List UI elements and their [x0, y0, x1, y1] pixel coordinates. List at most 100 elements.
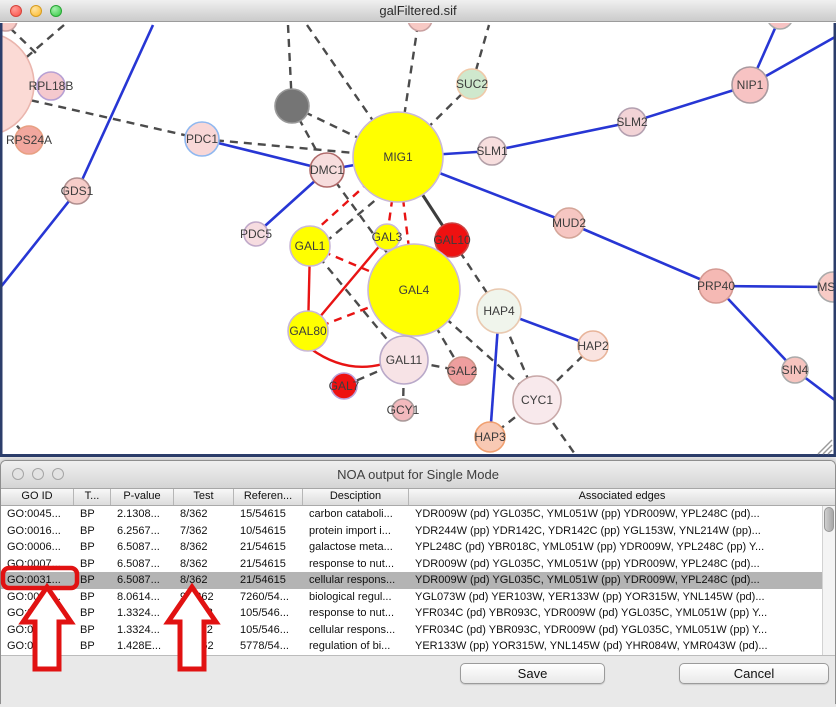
table-cell: regulation of bi... — [303, 638, 409, 655]
node-label: SLM2 — [616, 115, 648, 129]
close-button[interactable] — [10, 5, 22, 17]
table-cell: GO:0065... — [1, 589, 74, 606]
network-edge[interactable] — [569, 223, 716, 286]
network-canvas[interactable]: RPL18BRPS24AGDS1PDC1DMC1MIG1SUC2SLM1SLM2… — [0, 23, 836, 457]
table-body: GO:0045...BP2.1308...8/36215/54615carbon… — [1, 506, 835, 655]
noa-window: NOA output for Single Mode GO IDT...P-va… — [0, 460, 836, 704]
table-cell: 105/546... — [234, 622, 303, 639]
table-cell: 8/362 — [174, 572, 234, 589]
table-cell: 105/546... — [234, 605, 303, 622]
column-header-go-id[interactable]: GO ID — [1, 489, 74, 505]
node-gray-node[interactable] — [275, 89, 309, 123]
canvas-border — [0, 23, 3, 457]
network-edge[interactable] — [77, 25, 153, 191]
table-cell: GO:0031... — [1, 605, 74, 622]
network-titlebar: galFiltered.sif — [0, 0, 836, 22]
table-row[interactable]: GO:0007...BP6.5087...8/36221/54615respon… — [1, 556, 835, 573]
network-window: galFiltered.sif RPL18BRPS24AGDS1PDC1DMC1… — [0, 0, 836, 457]
column-header-associated-edges[interactable]: Associated edges — [409, 489, 835, 505]
node-label: GDS1 — [61, 184, 94, 198]
table-cell: 80/362 — [174, 638, 234, 655]
node-label: DMC1 — [310, 163, 344, 177]
table-cell: response to nut... — [303, 556, 409, 573]
table-row[interactable]: GO:0045...BP2.1308...8/36215/54615carbon… — [1, 506, 835, 523]
table-cell: YER133W (pp) YOR315W, YNL145W (pd) YHR08… — [409, 638, 835, 655]
table-cell: GO:0031... — [1, 622, 74, 639]
table-cell: 6.5087... — [111, 556, 174, 573]
network-edge[interactable] — [311, 349, 383, 367]
node-label: SIN4 — [782, 363, 809, 377]
close-button[interactable] — [12, 468, 24, 480]
node-label: GCY1 — [387, 403, 420, 417]
node-cut-topleft[interactable] — [0, 23, 17, 31]
node-label: GAL11 — [386, 353, 423, 367]
node-label: PRP40 — [697, 279, 735, 293]
table-cell: cellular respons... — [303, 622, 409, 639]
table-row[interactable]: GO:0065...BP8.0614...94/3627260/54...bio… — [1, 589, 835, 606]
table-cell: BP — [74, 523, 111, 540]
node-label: GAL2 — [447, 364, 478, 378]
window-title: galFiltered.sif — [0, 0, 836, 22]
table-cell: 94/362 — [174, 589, 234, 606]
column-header-reference[interactable]: Referen... — [234, 489, 303, 505]
table-row[interactable]: GO:0016...BP6.2567...7/36210/54615protei… — [1, 523, 835, 540]
table-cell: 1.3324... — [111, 605, 174, 622]
column-header-test[interactable]: Test — [174, 489, 234, 505]
table-cell: YDR009W (pd) YGL035C, YML051W (pp) YDR00… — [409, 506, 835, 523]
noa-titlebar: NOA output for Single Mode — [1, 461, 835, 489]
table-cell: GO:0006... — [1, 539, 74, 556]
table-cell: 8.0614... — [111, 589, 174, 606]
minimize-button[interactable] — [30, 5, 42, 17]
network-edge[interactable] — [0, 191, 77, 288]
table-row[interactable]: GO:0031...BP6.5087...8/36221/54615cellul… — [1, 572, 835, 589]
zoom-button[interactable] — [52, 468, 64, 480]
column-header-type[interactable]: T... — [74, 489, 111, 505]
node-label: GAL1 — [295, 239, 326, 253]
table-cell: BP — [74, 622, 111, 639]
table-cell: YGL073W (pd) YER103W, YER133W (pp) YOR31… — [409, 589, 835, 606]
node-label: GAL80 — [289, 324, 327, 338]
table-cell: 15/54615 — [234, 506, 303, 523]
column-header-p-value[interactable]: P-value — [111, 489, 174, 505]
table-cell: 8/362 — [174, 556, 234, 573]
table-cell: 2.1308... — [111, 506, 174, 523]
node-label: RPS24A — [6, 133, 52, 147]
node-label: GAL7 — [329, 379, 360, 393]
table-cell: BP — [74, 589, 111, 606]
node-label: GAL3 — [372, 230, 403, 244]
node-label: HAP4 — [483, 304, 515, 318]
table-row[interactable]: GO:0050...BP1.428E...80/3625778/54...reg… — [1, 638, 835, 655]
network-edge[interactable] — [492, 122, 632, 151]
table-cell: 21/54615 — [234, 572, 303, 589]
table-scrollbar[interactable] — [822, 506, 835, 655]
table-cell: biological regul... — [303, 589, 409, 606]
save-button[interactable]: Save — [460, 663, 605, 684]
table-cell: 6.5087... — [111, 539, 174, 556]
column-header-description[interactable]: Desciption — [303, 489, 409, 505]
cancel-button[interactable]: Cancel — [679, 663, 829, 684]
table-cell: 7260/54... — [234, 589, 303, 606]
table-row[interactable]: GO:0031...BP1.3324...11/362105/546...cel… — [1, 622, 835, 639]
node-cut-topright[interactable] — [767, 23, 793, 29]
table-row[interactable]: GO:0031...BP1.3324...11/362105/546...res… — [1, 605, 835, 622]
network-svg[interactable]: RPL18BRPS24AGDS1PDC1DMC1MIG1SUC2SLM1SLM2… — [0, 23, 836, 457]
zoom-button[interactable] — [50, 5, 62, 17]
table-cell: YDR009W (pd) YGL035C, YML051W (pp) YDR00… — [409, 556, 835, 573]
resize-grip[interactable] — [828, 450, 832, 454]
node-label: MIG1 — [383, 150, 413, 164]
table-cell: 21/54615 — [234, 539, 303, 556]
node-label: SLM1 — [476, 144, 508, 158]
scrollbar-thumb[interactable] — [824, 507, 834, 532]
node-cut-topmid[interactable] — [408, 23, 432, 31]
table-header: GO IDT...P-valueTestReferen...Desciption… — [1, 489, 835, 506]
table-row[interactable]: GO:0006...BP6.5087...8/36221/54615galact… — [1, 539, 835, 556]
table-cell: 8/362 — [174, 539, 234, 556]
resize-grip[interactable] — [823, 445, 832, 454]
table-cell: YDR009W (pd) YGL035C, YML051W (pp) YDR00… — [409, 572, 835, 589]
node-label: GAL4 — [399, 283, 430, 297]
minimize-button[interactable] — [32, 468, 44, 480]
table-cell: cellular respons... — [303, 572, 409, 589]
table-cell: BP — [74, 556, 111, 573]
table-cell: 11/362 — [174, 605, 234, 622]
node-label: NIP1 — [737, 78, 764, 92]
